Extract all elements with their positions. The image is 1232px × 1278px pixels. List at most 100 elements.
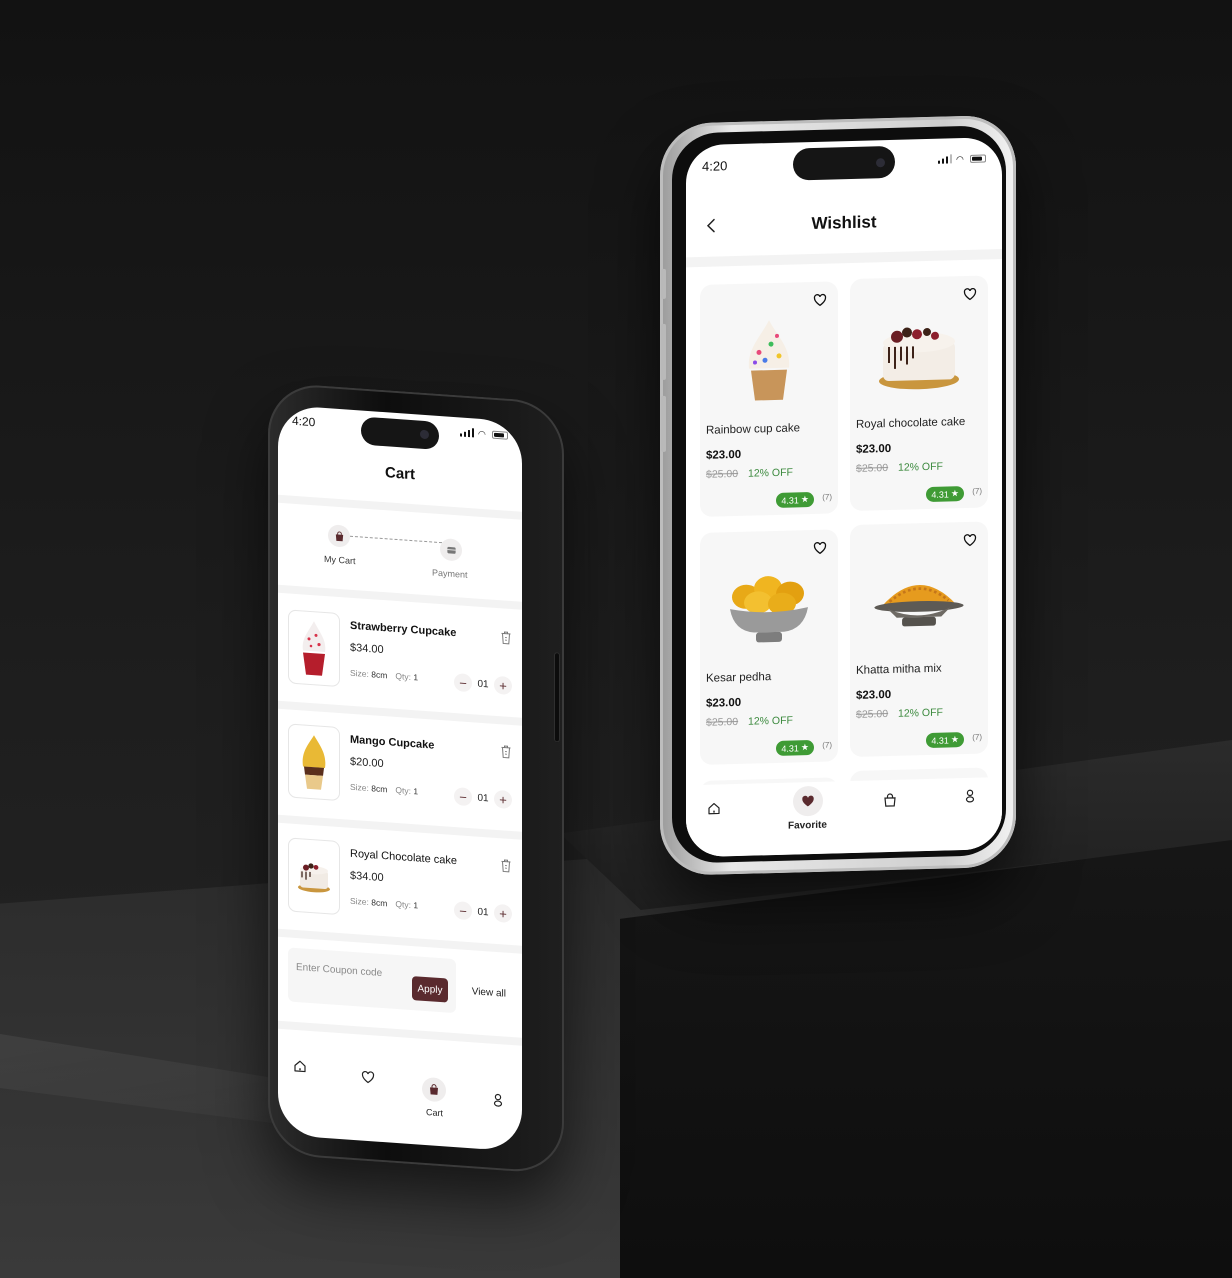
profile-icon[interactable]: [490, 1092, 506, 1109]
review-count: (7): [822, 740, 832, 750]
signal-icon: [459, 427, 474, 438]
product-name: Royal chocolate cake: [856, 416, 966, 431]
khatta-mitha-mix-image: [874, 585, 964, 627]
heart-icon[interactable]: [360, 1068, 376, 1085]
phone-side-button: [661, 323, 666, 380]
coupon-input[interactable]: [296, 961, 404, 981]
quantity-value: 01: [477, 678, 489, 690]
product-thumbnail[interactable]: [288, 723, 340, 802]
product-thumbnail[interactable]: [288, 609, 340, 688]
increase-button[interactable]: +: [494, 903, 512, 924]
bottom-nav: Favorite: [686, 777, 1002, 858]
heart-icon[interactable]: [812, 292, 828, 308]
profile-icon[interactable]: [962, 788, 978, 804]
item-name: Mango Cupcake: [350, 733, 435, 752]
trash-icon[interactable]: [500, 744, 512, 759]
wishlist-screen: 4:20 ◠ Wishlist Rainbow cup cake $23.00 …: [686, 137, 1002, 858]
wishlist-phone-mockup: 4:20 ◠ Wishlist Rainbow cup cake $23.00 …: [660, 114, 1016, 877]
cart-phone-mockup: 4:20 ◠ Cart My Cart Payment Strawberry C…: [268, 382, 564, 1175]
nav-favorite-label: Favorite: [788, 819, 827, 832]
wifi-icon: ◠: [478, 428, 486, 439]
status-icons: ◠: [937, 153, 986, 164]
decrease-button[interactable]: −: [454, 673, 472, 693]
item-name: Royal Chocolate cake: [350, 847, 458, 868]
rating-badge: 4.31 ★: [926, 732, 964, 749]
product-name: Khatta mitha mix: [856, 662, 942, 677]
heart-icon[interactable]: [962, 532, 978, 548]
page-title: Cart: [384, 464, 415, 484]
status-time: 4:20: [702, 158, 728, 174]
decrease-button[interactable]: −: [454, 901, 472, 921]
original-price: $25.00: [856, 462, 889, 475]
kesar-pedha-image: [730, 576, 808, 643]
view-all-link[interactable]: View all: [472, 986, 506, 999]
battery-icon: [970, 153, 986, 163]
quantity-value: 01: [477, 906, 489, 918]
star-icon: ★: [950, 734, 959, 745]
cart-item: Mango Cupcake $20.00 Size: 8cm Qty: 1 − 0…: [278, 709, 522, 830]
product-thumbnail[interactable]: [288, 837, 340, 916]
camera-icon: [876, 158, 885, 168]
home-icon[interactable]: [706, 800, 722, 816]
original-price: $25.00: [706, 467, 739, 481]
status-icons: ◠: [459, 427, 508, 440]
discount-label: 12% OFF: [898, 706, 943, 720]
item-price: $34.00: [350, 641, 384, 657]
phone-side-button: [554, 651, 560, 743]
status-time: 4:20: [292, 413, 316, 430]
shopping-bag-icon[interactable]: [882, 792, 898, 808]
strawberry-cupcake-image: [302, 621, 326, 676]
product-card[interactable]: Rainbow cup cake $23.00 $25.00 12% OFF 4…: [700, 281, 838, 517]
royal-chocolate-cake-image: [298, 863, 330, 893]
battery-icon: [492, 430, 508, 440]
mango-cupcake-image: [302, 735, 326, 790]
rating-badge: 4.31 ★: [776, 491, 814, 508]
card-icon: [446, 546, 456, 554]
product-price: $23.00: [856, 442, 892, 456]
product-name: Rainbow cup cake: [706, 422, 800, 437]
product-image: [870, 310, 968, 399]
nav-cart-button[interactable]: [422, 1076, 446, 1103]
item-name: Strawberry Cupcake: [350, 619, 457, 640]
item-price: $34.00: [350, 869, 384, 885]
product-card[interactable]: Kesar pedha $23.00 $25.00 12% OFF 4.31 ★ …: [700, 529, 838, 765]
trash-icon[interactable]: [500, 858, 512, 873]
phone-side-button: [661, 395, 666, 452]
step-my-cart[interactable]: [328, 524, 350, 548]
product-card[interactable]: Royal chocolate cake $23.00 $25.00 12% O…: [850, 275, 988, 512]
nav-cart-label: Cart: [426, 1107, 444, 1119]
step-connector: [350, 535, 442, 544]
product-price: $23.00: [856, 688, 892, 702]
review-count: (7): [972, 486, 982, 496]
nav-favorite-button[interactable]: [793, 785, 823, 817]
checkout-progress: My Cart Payment: [278, 515, 522, 596]
phone-side-button: [661, 268, 666, 299]
heart-icon[interactable]: [962, 286, 978, 302]
quantity-stepper: − 01 +: [454, 901, 512, 924]
shopping-bag-icon: [430, 1084, 438, 1095]
decrease-button[interactable]: −: [454, 787, 472, 807]
dynamic-island: [793, 145, 895, 181]
product-card[interactable]: Khatta mitha mix $23.00 $25.00 12% OFF 4…: [850, 521, 988, 758]
step-payment[interactable]: [440, 538, 462, 562]
product-image: [720, 316, 818, 405]
dynamic-island: [361, 416, 439, 450]
discount-label: 12% OFF: [748, 714, 793, 728]
camera-icon: [420, 429, 429, 440]
review-count: (7): [822, 492, 832, 502]
increase-button[interactable]: +: [494, 789, 512, 810]
rainbow-cupcake-image: [748, 320, 790, 401]
coupon-box: Apply: [288, 947, 456, 1014]
quantity-stepper: − 01 +: [454, 787, 512, 810]
star-icon: ★: [950, 488, 959, 499]
item-meta: Size: 8cm Qty: 1: [350, 895, 419, 911]
home-icon[interactable]: [292, 1058, 308, 1075]
rating-badge: 4.31 ★: [776, 739, 814, 756]
cart-screen: 4:20 ◠ Cart My Cart Payment Strawberry C…: [278, 404, 522, 1152]
apply-coupon-button[interactable]: Apply: [412, 976, 448, 1003]
trash-icon[interactable]: [500, 630, 512, 645]
increase-button[interactable]: +: [494, 675, 512, 696]
cart-item: Strawberry Cupcake $34.00 Size: 8cm Qty: …: [278, 595, 522, 716]
wifi-icon: ◠: [956, 153, 964, 164]
heart-icon[interactable]: [812, 540, 828, 556]
